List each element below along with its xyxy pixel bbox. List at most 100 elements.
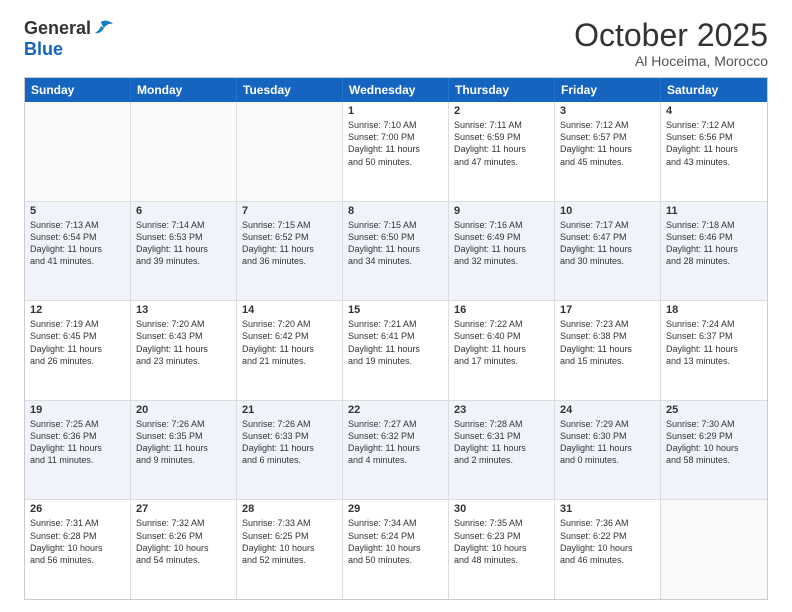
day-info: Sunrise: 7:30 AM Sunset: 6:29 PM Dayligh…: [666, 418, 762, 467]
day-info: Sunrise: 7:32 AM Sunset: 6:26 PM Dayligh…: [136, 517, 231, 566]
day-cell-30: 30Sunrise: 7:35 AM Sunset: 6:23 PM Dayli…: [449, 500, 555, 599]
day-number: 22: [348, 404, 443, 416]
day-cell-1: 1 Sunrise: 7:10 AM Sunset: 7:00 PM Daylig…: [343, 102, 449, 201]
weekday-header-saturday: Saturday: [661, 78, 767, 102]
day-info: Sunrise: 7:25 AM Sunset: 6:36 PM Dayligh…: [30, 418, 125, 467]
day-cell-21: 21 Sunrise: 7:26 AM Sunset: 6:33 PM Dayli…: [237, 401, 343, 500]
day-number: 23: [454, 404, 549, 416]
day-info: Sunrise: 7:26 AM Sunset: 6:35 PM Dayligh…: [136, 418, 231, 467]
day-number: 13: [136, 304, 231, 316]
weekday-header-monday: Monday: [131, 78, 237, 102]
empty-cell: [131, 102, 237, 201]
calendar-row-1: 5 Sunrise: 7:13 AM Sunset: 6:54 PM Daylig…: [25, 201, 767, 301]
day-info: Sunrise: 7:26 AM Sunset: 6:33 PM Dayligh…: [242, 418, 337, 467]
day-number: 5: [30, 205, 125, 217]
day-cell-7: 7 Sunrise: 7:15 AM Sunset: 6:52 PM Daylig…: [237, 202, 343, 301]
empty-cell: [661, 500, 767, 599]
day-info: Sunrise: 7:34 AM Sunset: 6:24 PM Dayligh…: [348, 517, 443, 566]
logo-general: General: [24, 18, 91, 39]
day-info: Sunrise: 7:20 AM Sunset: 6:42 PM Dayligh…: [242, 318, 337, 367]
weekday-header-tuesday: Tuesday: [237, 78, 343, 102]
day-cell-24: 24 Sunrise: 7:29 AM Sunset: 6:30 PM Dayli…: [555, 401, 661, 500]
day-number: 25: [666, 404, 762, 416]
day-cell-19: 19 Sunrise: 7:25 AM Sunset: 6:36 PM Dayli…: [25, 401, 131, 500]
day-number: 11: [666, 205, 762, 217]
calendar-row-2: 12Sunrise: 7:19 AM Sunset: 6:45 PM Dayli…: [25, 300, 767, 400]
day-info: Sunrise: 7:24 AM Sunset: 6:37 PM Dayligh…: [666, 318, 762, 367]
calendar-header: SundayMondayTuesdayWednesdayThursdayFrid…: [25, 78, 767, 102]
day-cell-29: 29 Sunrise: 7:34 AM Sunset: 6:24 PM Dayli…: [343, 500, 449, 599]
day-cell-13: 13 Sunrise: 7:20 AM Sunset: 6:43 PM Dayli…: [131, 301, 237, 400]
day-cell-23: 23 Sunrise: 7:28 AM Sunset: 6:31 PM Dayli…: [449, 401, 555, 500]
day-info: Sunrise: 7:17 AM Sunset: 6:47 PM Dayligh…: [560, 219, 655, 268]
day-cell-5: 5 Sunrise: 7:13 AM Sunset: 6:54 PM Daylig…: [25, 202, 131, 301]
day-info: Sunrise: 7:22 AM Sunset: 6:40 PM Dayligh…: [454, 318, 549, 367]
day-cell-8: 8Sunrise: 7:15 AM Sunset: 6:50 PM Daylig…: [343, 202, 449, 301]
day-cell-28: 28Sunrise: 7:33 AM Sunset: 6:25 PM Dayli…: [237, 500, 343, 599]
day-number: 15: [348, 304, 443, 316]
day-number: 6: [136, 205, 231, 217]
day-number: 24: [560, 404, 655, 416]
empty-cell: [25, 102, 131, 201]
day-cell-26: 26Sunrise: 7:31 AM Sunset: 6:28 PM Dayli…: [25, 500, 131, 599]
calendar-body: 1 Sunrise: 7:10 AM Sunset: 7:00 PM Daylig…: [25, 102, 767, 599]
day-number: 21: [242, 404, 337, 416]
logo-bird-icon: [93, 20, 115, 38]
day-info: Sunrise: 7:10 AM Sunset: 7:00 PM Dayligh…: [348, 119, 443, 168]
day-number: 19: [30, 404, 125, 416]
day-info: Sunrise: 7:12 AM Sunset: 6:57 PM Dayligh…: [560, 119, 655, 168]
calendar-row-0: 1 Sunrise: 7:10 AM Sunset: 7:00 PM Daylig…: [25, 102, 767, 201]
logo-blue: Blue: [24, 39, 63, 59]
calendar-page: General Blue October 2025 Al Hoceima, Mo…: [0, 0, 792, 612]
month-title: October 2025: [574, 18, 768, 53]
header: General Blue October 2025 Al Hoceima, Mo…: [24, 18, 768, 69]
day-cell-4: 4Sunrise: 7:12 AM Sunset: 6:56 PM Daylig…: [661, 102, 767, 201]
day-number: 17: [560, 304, 655, 316]
day-number: 9: [454, 205, 549, 217]
weekday-header-wednesday: Wednesday: [343, 78, 449, 102]
day-info: Sunrise: 7:28 AM Sunset: 6:31 PM Dayligh…: [454, 418, 549, 467]
title-block: October 2025 Al Hoceima, Morocco: [574, 18, 768, 69]
day-number: 26: [30, 503, 125, 515]
day-info: Sunrise: 7:11 AM Sunset: 6:59 PM Dayligh…: [454, 119, 549, 168]
day-number: 18: [666, 304, 762, 316]
day-info: Sunrise: 7:20 AM Sunset: 6:43 PM Dayligh…: [136, 318, 231, 367]
location: Al Hoceima, Morocco: [574, 53, 768, 69]
day-info: Sunrise: 7:21 AM Sunset: 6:41 PM Dayligh…: [348, 318, 443, 367]
day-number: 30: [454, 503, 549, 515]
day-info: Sunrise: 7:18 AM Sunset: 6:46 PM Dayligh…: [666, 219, 762, 268]
day-info: Sunrise: 7:15 AM Sunset: 6:50 PM Dayligh…: [348, 219, 443, 268]
day-cell-15: 15 Sunrise: 7:21 AM Sunset: 6:41 PM Dayli…: [343, 301, 449, 400]
day-info: Sunrise: 7:36 AM Sunset: 6:22 PM Dayligh…: [560, 517, 655, 566]
day-info: Sunrise: 7:14 AM Sunset: 6:53 PM Dayligh…: [136, 219, 231, 268]
day-number: 2: [454, 105, 549, 117]
day-number: 28: [242, 503, 337, 515]
day-cell-3: 3Sunrise: 7:12 AM Sunset: 6:57 PM Daylig…: [555, 102, 661, 201]
day-cell-10: 10 Sunrise: 7:17 AM Sunset: 6:47 PM Dayli…: [555, 202, 661, 301]
day-info: Sunrise: 7:29 AM Sunset: 6:30 PM Dayligh…: [560, 418, 655, 467]
day-info: Sunrise: 7:27 AM Sunset: 6:32 PM Dayligh…: [348, 418, 443, 467]
day-number: 4: [666, 105, 762, 117]
day-info: Sunrise: 7:15 AM Sunset: 6:52 PM Dayligh…: [242, 219, 337, 268]
day-info: Sunrise: 7:13 AM Sunset: 6:54 PM Dayligh…: [30, 219, 125, 268]
day-cell-2: 2 Sunrise: 7:11 AM Sunset: 6:59 PM Daylig…: [449, 102, 555, 201]
day-number: 7: [242, 205, 337, 217]
empty-cell: [237, 102, 343, 201]
day-info: Sunrise: 7:16 AM Sunset: 6:49 PM Dayligh…: [454, 219, 549, 268]
day-info: Sunrise: 7:19 AM Sunset: 6:45 PM Dayligh…: [30, 318, 125, 367]
day-cell-6: 6 Sunrise: 7:14 AM Sunset: 6:53 PM Daylig…: [131, 202, 237, 301]
logo: General Blue: [24, 18, 115, 60]
day-number: 27: [136, 503, 231, 515]
day-number: 1: [348, 105, 443, 117]
day-cell-9: 9 Sunrise: 7:16 AM Sunset: 6:49 PM Daylig…: [449, 202, 555, 301]
day-number: 20: [136, 404, 231, 416]
day-number: 10: [560, 205, 655, 217]
day-cell-18: 18 Sunrise: 7:24 AM Sunset: 6:37 PM Dayli…: [661, 301, 767, 400]
day-cell-27: 27 Sunrise: 7:32 AM Sunset: 6:26 PM Dayli…: [131, 500, 237, 599]
day-cell-22: 22 Sunrise: 7:27 AM Sunset: 6:32 PM Dayli…: [343, 401, 449, 500]
day-cell-17: 17 Sunrise: 7:23 AM Sunset: 6:38 PM Dayli…: [555, 301, 661, 400]
day-cell-20: 20 Sunrise: 7:26 AM Sunset: 6:35 PM Dayli…: [131, 401, 237, 500]
day-info: Sunrise: 7:23 AM Sunset: 6:38 PM Dayligh…: [560, 318, 655, 367]
day-number: 29: [348, 503, 443, 515]
day-cell-12: 12Sunrise: 7:19 AM Sunset: 6:45 PM Dayli…: [25, 301, 131, 400]
